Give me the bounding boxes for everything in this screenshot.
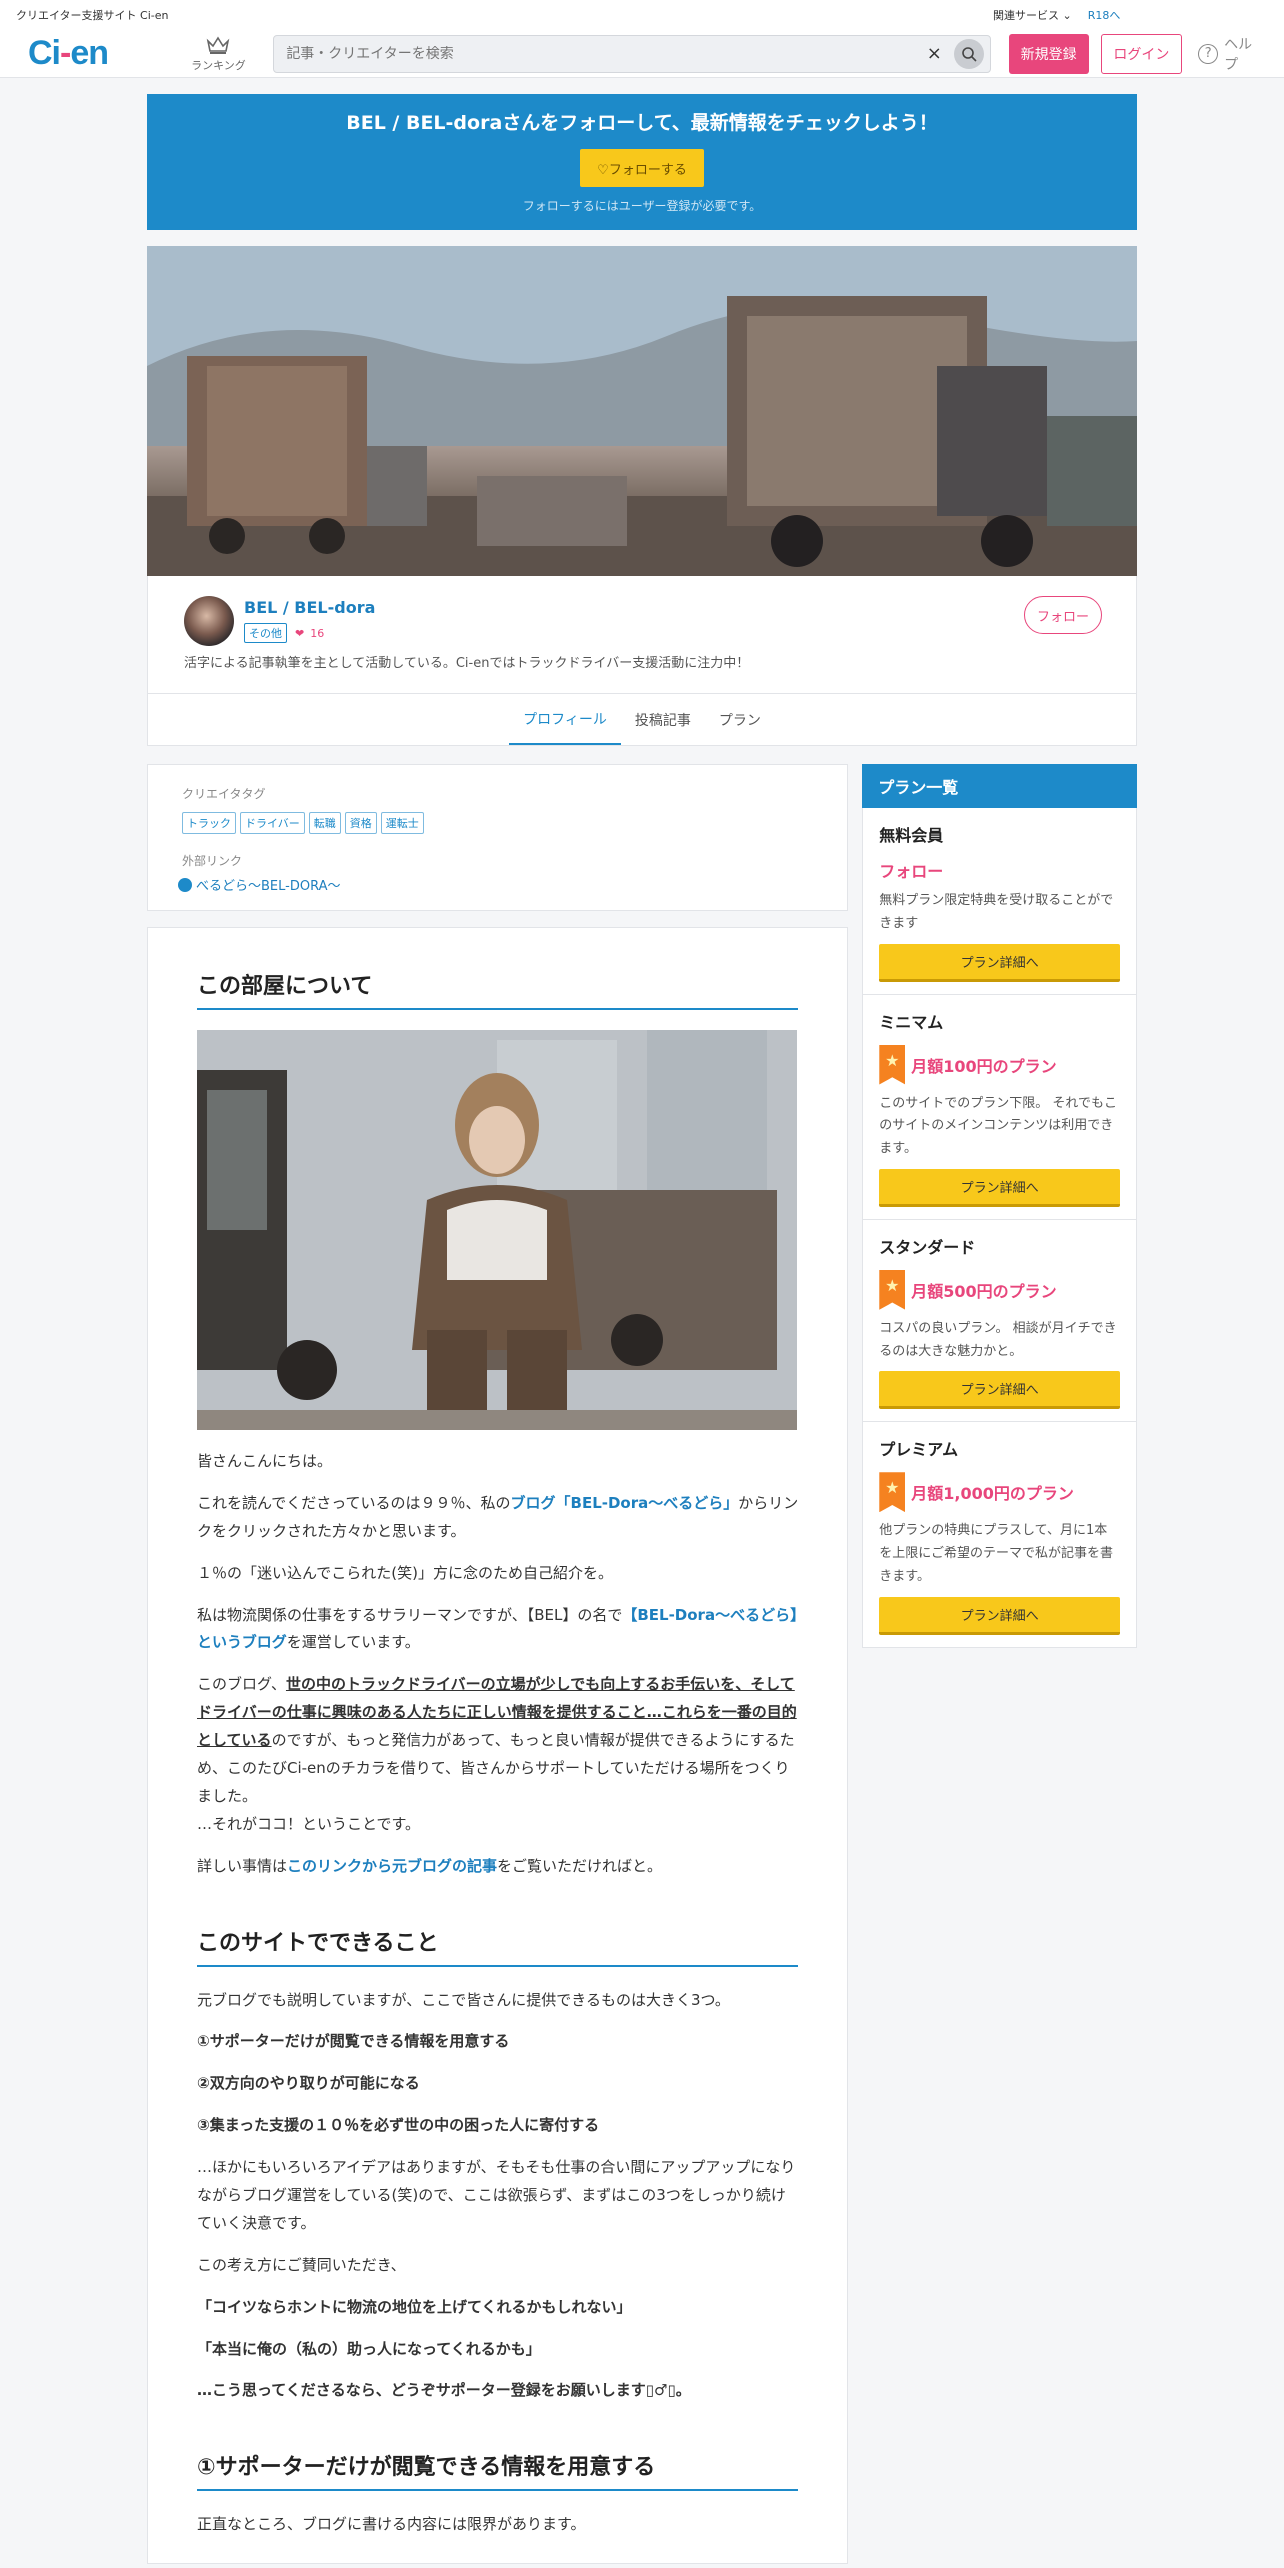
plan-description: 他プランの特典にプラスして、月に1本を上限にご希望のテーマで私が記事を書きます。 [879, 1523, 1114, 1584]
plan-price: ★ 月額500円のプラン [879, 1269, 1120, 1310]
ci-en-logo[interactable]: Ci-en [28, 34, 152, 73]
login-button[interactable]: ログイン [1100, 33, 1183, 74]
paragraph: 元ブログでも説明していますが、ここで皆さんに提供できるものは大きく3つ。 [197, 1990, 730, 2009]
paragraph: これを読んでくださっているのは９９％、私のブログ「BEL-Dora～べるどら」か… [197, 1493, 799, 1540]
follow-banner: BEL / BEL-doraさんをフォローして、最新情報をチェックしよう！ ♡フ… [147, 94, 1137, 230]
crown-icon [207, 35, 230, 54]
external-link[interactable]: べるどら～BEL-DORA～ [178, 875, 813, 894]
follow-banner-note: フォローするにはユーザー登録が必要です。 [522, 199, 762, 213]
fan-count: ❤ 16 [295, 626, 325, 640]
plan-price: ★ 月額100円のプラン [879, 1044, 1120, 1085]
follow-banner-title: BEL / BEL-doraさんをフォローして、最新情報をチェックしよう！ [346, 112, 938, 134]
paragraph: 皆さんこんにちは。 [197, 1452, 333, 1470]
tag-list: トラック ドライバー 転職 資格 運転士 [182, 812, 813, 834]
blog-link[interactable]: ブログ「BEL-Dora～べるどら」 [511, 1494, 739, 1512]
plan-details-button[interactable]: プラン詳細へ [879, 943, 1120, 982]
left-column: クリエイタタグ トラック ドライバー 転職 資格 運転士 外部リンク べるどら～… [147, 764, 849, 2565]
tag-job-change[interactable]: 転職 [308, 812, 341, 834]
clear-icon[interactable]: × [927, 43, 942, 64]
profile-description: 活字による記事執筆を主として活動している。Ci-enではトラックドライバー支援活… [184, 656, 750, 671]
plan-name: プレミアム [879, 1440, 959, 1460]
heart-icon: ❤ [295, 626, 305, 640]
paragraph: 私は物流関係の仕事をするサラリーマンですが、【BEL】の名で【BEL-Dora～… [197, 1605, 798, 1652]
creator-tags-box: クリエイタタグ トラック ドライバー 転職 資格 運転士 外部リンク べるどら～… [147, 764, 849, 911]
avatar[interactable] [184, 596, 234, 646]
related-services-menu[interactable]: 関連サービス ⌄ [993, 7, 1072, 23]
category-badge[interactable]: その他 [244, 623, 287, 643]
star-ribbon-icon: ★ [879, 1269, 906, 1310]
paragraph: 正直なところ、ブログに書ける内容には限界があります。 [197, 2515, 586, 2534]
site-header: Ci-en ランキング × 新規登録 ログイン ? ヘルプ [0, 30, 1284, 78]
original-article-link[interactable]: このリンクから元ブログの記事 [287, 1857, 497, 1875]
plan-card: プレミアム ★ 月額1,000円のプラン 他プランの特典にプラスして、月に1本を上… [862, 1422, 1137, 1648]
paragraph: このブログ、世の中のトラックドライバーの立場が少しでも向上するお手伝いを、そして… [197, 1675, 797, 1833]
plan-details-button[interactable]: プラン詳細へ [879, 1371, 1120, 1410]
paragraph: 「本当に俺の（私の）助っ人になってくれるかも」 [197, 2339, 541, 2358]
paragraph: 「コイツならホントに物流の地位を上げてくれるかもしれない」 [197, 2297, 632, 2316]
plan-card: ミニマム ★ 月額100円のプラン このサイトでのプラン下限。 それでもこのサイト… [862, 994, 1137, 1220]
section-heading: この部屋について [197, 968, 799, 1010]
star-ribbon-icon: ★ [879, 1472, 906, 1513]
section-heading: このサイトでできること [197, 1925, 799, 1967]
paragraph: この考え方にご賛同いただき、 [197, 2255, 406, 2274]
creator-tags-label: クリエイタタグ [182, 787, 266, 801]
plan-card: スタンダード ★ 月額500円のプラン コスパの良いプラン。 相談が月イチできるの… [862, 1219, 1137, 1423]
chevron-down-icon: ⌄ [1062, 9, 1072, 22]
r18-link[interactable]: R18へ [1088, 7, 1121, 23]
plan-name: 無料会員 [879, 826, 944, 845]
article-body: この部屋について 皆さんこんにちは。 これを読んでくださっているのは９９％、私の… [147, 927, 849, 2565]
cover-image [147, 246, 1137, 576]
search-bar: × [273, 34, 991, 73]
search-input[interactable] [286, 45, 927, 62]
profile-follow-button[interactable]: フォロー [1024, 596, 1102, 634]
top-strip: クリエイター支援サイト Ci-en 関連サービス ⌄ R18へ [0, 0, 1284, 30]
paragraph: …ほかにもいろいろアイデアはありますが、そもそも仕事の合い間にアップアップになり… [197, 2158, 796, 2232]
plan-price: フォロー [879, 862, 944, 881]
plan-card: 無料会員 フォロー 無料プラン限定特典を受け取ることができます プラン詳細へ [862, 808, 1137, 995]
section-heading: ①サポーターだけが閲覧できる情報を用意する [197, 2449, 799, 2492]
plan-details-button[interactable]: プラン詳細へ [879, 1168, 1120, 1207]
external-links-label: 外部リンク [182, 854, 243, 868]
link-icon [178, 877, 192, 892]
plans-heading: プラン一覧 [862, 764, 1137, 808]
site-name: クリエイター支援サイト Ci-en [16, 9, 169, 22]
plan-description: このサイトでのプラン下限。 それでもこのサイトのメインコンテンツは利用できます。 [879, 1095, 1118, 1157]
tab-posts[interactable]: 投稿記事 [621, 694, 705, 745]
profile-tabs: プロフィール 投稿記事 プラン [148, 693, 1136, 745]
search-icon [962, 46, 977, 62]
ranking-link[interactable]: ランキング [184, 35, 254, 73]
plans-sidebar: プラン一覧 無料会員 フォロー 無料プラン限定特典を受け取ることができます プラ… [862, 764, 1137, 2564]
tag-driver[interactable]: ドライバー [240, 812, 305, 834]
tab-plans[interactable]: プラン [705, 694, 775, 745]
creator-name[interactable]: BEL / BEL-dora [244, 598, 375, 617]
plan-name: ミニマム [879, 1012, 944, 1032]
plan-details-button[interactable]: プラン詳細へ [879, 1596, 1120, 1635]
plan-description: 無料プラン限定特典を受け取ることができます [879, 893, 1114, 931]
tab-profile[interactable]: プロフィール [509, 694, 621, 745]
paragraph: ②双方向のやり取りが可能になる [197, 2074, 420, 2093]
search-button[interactable] [953, 38, 984, 69]
help-link[interactable]: ? ヘルプ [1198, 34, 1266, 74]
paragraph: 詳しい事情はこのリンクから元ブログの記事をご覧いただければと。 [197, 1856, 663, 1875]
tag-operator[interactable]: 運転士 [380, 812, 424, 834]
star-ribbon-icon: ★ [879, 1044, 906, 1085]
plan-price: ★ 月額1,000円のプラン [879, 1472, 1120, 1513]
paragraph: …こう思ってくださるなら、どうぞサポーター登録をお願いします▯♂▯。 [197, 2381, 691, 2400]
plan-name: スタンダード [879, 1237, 976, 1257]
help-icon: ? [1198, 43, 1219, 64]
follow-banner-button[interactable]: ♡フォローする [580, 149, 704, 187]
register-button[interactable]: 新規登録 [1008, 33, 1089, 74]
plan-description: コスパの良いプラン。 相談が月イチできるのは大きな魅力かと。 [879, 1320, 1117, 1359]
paragraph: ①サポーターだけが閲覧できる情報を用意する [197, 2032, 510, 2051]
main-container: BEL / BEL-doraさんをフォローして、最新情報をチェックしよう！ ♡フ… [147, 94, 1137, 2565]
paragraph: １％の「迷い込んでこられた(笑)」方に念のため自己紹介を。 [197, 1563, 613, 1582]
profile-card: BEL / BEL-dora その他 ❤ 16 フォロー 活字による記事執筆を主… [147, 576, 1137, 746]
tag-license[interactable]: 資格 [344, 812, 377, 834]
article-image [197, 1030, 797, 1430]
tag-truck[interactable]: トラック [182, 812, 236, 834]
paragraph: ③集まった支援の１０％を必ず世の中の困った人に寄付する [197, 2116, 600, 2135]
